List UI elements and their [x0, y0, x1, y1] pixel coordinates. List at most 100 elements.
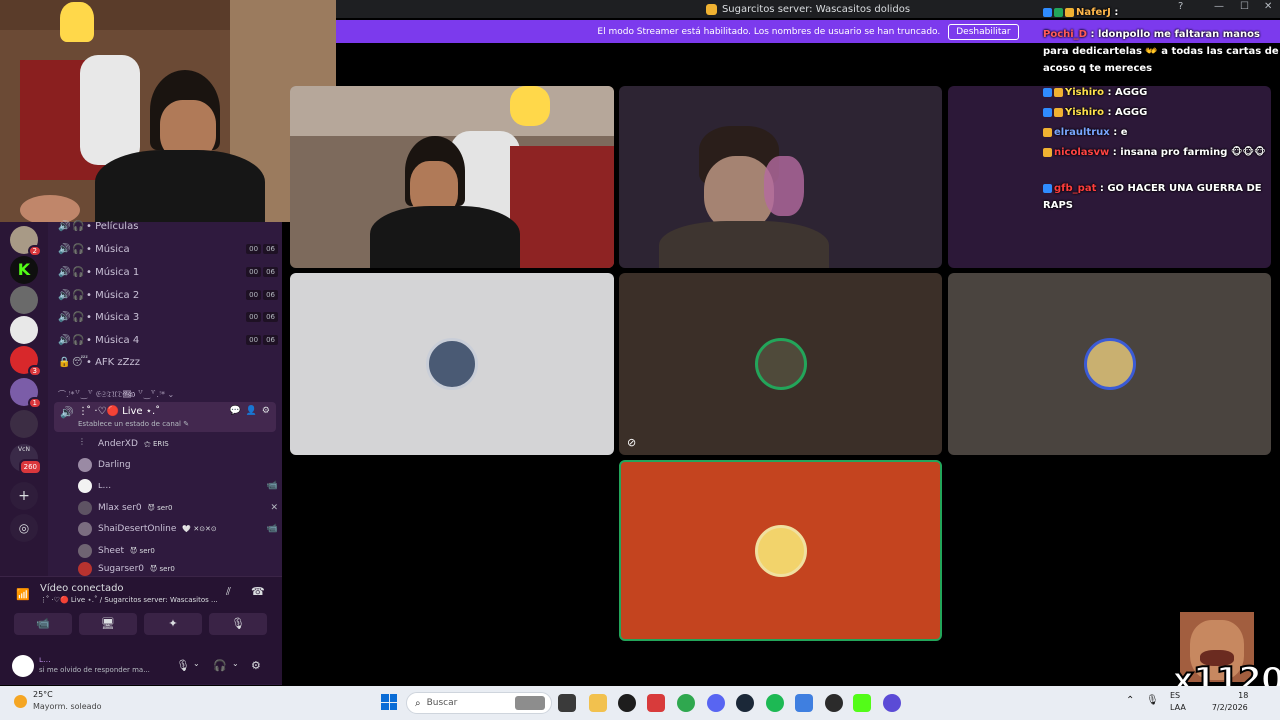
kick-icon[interactable]: [853, 694, 871, 712]
voice-tile-2[interactable]: ⊘: [619, 273, 942, 455]
chat-message: gfb_pat : GO HACER UNA GUERRA DE RAPS: [1043, 180, 1279, 214]
participant-avatar: [754, 524, 807, 577]
server-icon[interactable]: [10, 316, 38, 344]
microphone-icon[interactable]: 🎙: [176, 659, 190, 672]
noise-suppression-icon[interactable]: ⫽: [226, 585, 231, 599]
voice-member[interactable]: Sheet 😈 ser0: [78, 541, 278, 561]
server-icon[interactable]: 1: [10, 378, 42, 409]
voice-tile-4-speaking[interactable]: [619, 460, 942, 641]
voice-channel[interactable]: 🔊 🎧 • Música 2 00 06: [58, 285, 278, 305]
chat-badge-icon: [1054, 87, 1063, 97]
chevron-down-icon[interactable]: ⌄: [232, 659, 239, 668]
disconnect-icon[interactable]: ☎: [251, 585, 265, 598]
sun-icon: [14, 695, 27, 708]
participant-avatar-speaking: [754, 338, 807, 390]
voice-tile-1[interactable]: [290, 273, 614, 455]
clock[interactable]: ES 18 LAA 7/2/2026: [1170, 690, 1248, 714]
search-input[interactable]: ⌕ Buscar: [406, 692, 552, 714]
voice-channel[interactable]: 🔊 🎧 • Películas: [58, 216, 278, 236]
lang-indicator-sub: LAA: [1170, 703, 1186, 712]
voice-tile-3[interactable]: [948, 273, 1271, 455]
member-name: Sugarser0: [98, 564, 144, 574]
speaker-icon: 🔊: [58, 289, 71, 301]
screen-share-button[interactable]: 🖥: [79, 613, 137, 635]
user-count: 00: [246, 335, 262, 345]
kick-server-icon[interactable]: K: [10, 256, 38, 284]
chat-message: NaferJ :: [1043, 4, 1279, 21]
user-panel: ʟ... si me olvido de responder ma... 🎙 ⌄…: [0, 649, 282, 685]
avatar[interactable]: [12, 655, 34, 677]
chat-icon[interactable]: 💬: [229, 406, 240, 416]
discover-icon[interactable]: ◎: [10, 514, 38, 542]
voice-member[interactable]: ⋮ AnderXD ⚝ ERIS: [78, 434, 278, 454]
voice-member[interactable]: Darling: [78, 455, 278, 475]
speaker-icon: 🔊: [58, 243, 71, 255]
live-voice-channel[interactable]: 🔊 ⋮ ̊ ·♡🔴 Live ⋆.˚ Establece un estado d…: [54, 402, 276, 432]
member-name: AnderXD: [98, 439, 138, 449]
user-name: ʟ...: [39, 655, 51, 664]
lock-icon: 🔒: [58, 356, 71, 368]
app-icon[interactable]: [883, 694, 901, 712]
voice-member[interactable]: Sugarser0 😈 ser0: [78, 562, 278, 576]
invite-icon[interactable]: 👤: [246, 406, 257, 416]
server-icon[interactable]: 2: [10, 226, 42, 257]
headphones-icon[interactable]: 🎧: [213, 659, 227, 672]
server-icon[interactable]: 3: [10, 346, 42, 377]
voice-member[interactable]: ShaiDesertOnline 🤍 ✕⊙✕⊙ 📹: [78, 519, 278, 539]
activities-button[interactable]: ✦: [144, 613, 202, 635]
disable-streamer-mode-button[interactable]: Deshabilitar: [948, 23, 1019, 40]
afk-channel[interactable]: 🔒 😴 • AFK zZzz: [58, 352, 278, 372]
channel-category[interactable]: ⌒.ꜝ*꒷‿꒷ 𝔈𝔖𝔗𝔘𝔇𝔌𝔒 ꒷‿꒷.ꜝ* ⌄: [58, 388, 174, 400]
user-count: 00: [246, 244, 262, 254]
obs-icon[interactable]: [825, 694, 843, 712]
server-icon[interactable]: [10, 286, 38, 314]
voice-member[interactable]: ʟ... 📹: [78, 476, 278, 496]
channel-name: • Música 3: [86, 311, 140, 323]
add-server-icon[interactable]: +: [10, 482, 38, 510]
spotify-icon[interactable]: [766, 694, 784, 712]
chrome-icon[interactable]: [677, 694, 695, 712]
voice-channel[interactable]: 🔊 🎧 • Música 3 00 06: [58, 307, 278, 327]
gear-icon[interactable]: ⚙: [262, 406, 270, 416]
server-folder[interactable]: VcN 260: [10, 444, 42, 475]
voice-channel[interactable]: 🔊 🎧 • Música 00 06: [58, 239, 278, 259]
windows-start-icon[interactable]: [381, 694, 397, 710]
camera-button[interactable]: 📹: [14, 613, 72, 635]
user-count: 00: [246, 312, 262, 322]
task-view-icon[interactable]: [558, 694, 576, 712]
weather-desc: Mayorm. soleado: [33, 702, 102, 711]
headphones-icon: 🎧: [72, 220, 85, 232]
folder-label: VcN: [18, 446, 30, 453]
speaker-icon: 🔊: [58, 220, 71, 232]
chat-message: Yishiro : AGGG: [1043, 84, 1279, 101]
chevron-up-icon[interactable]: ⌃: [1126, 695, 1134, 706]
chat-message: elraultrux : e: [1043, 124, 1279, 141]
server-icon[interactable]: [10, 410, 38, 438]
discord-icon[interactable]: [707, 694, 725, 712]
chevron-down-icon[interactable]: ⌄: [193, 659, 200, 668]
voice-channel[interactable]: 🔊 🎧 • Música 1 00 06: [58, 262, 278, 282]
member-avatar: [78, 544, 92, 558]
voice-connection-panel: 📶 Vídeo conectado ⋮ ̊ ·♡🔴 Live ⋆.˚ / Sug…: [0, 576, 282, 684]
app-icon[interactable]: [618, 694, 636, 712]
gear-icon[interactable]: ⚙: [251, 659, 261, 672]
voice-member[interactable]: Mlax ser0 😈 ser0 ✕: [78, 498, 278, 518]
video-tile-streamer[interactable]: [290, 86, 614, 268]
lang-indicator: ES: [1170, 691, 1181, 700]
voice-status[interactable]: Vídeo conectado: [40, 583, 124, 594]
notepad-icon[interactable]: [795, 694, 813, 712]
file-explorer-icon[interactable]: [589, 694, 607, 712]
video-tile-participant[interactable]: [619, 86, 942, 268]
muted-icon: ⊘: [627, 436, 637, 449]
user-limit: 06: [263, 312, 278, 322]
screen: Sugarcitos server: Wascasitos dolidos ? …: [0, 0, 1280, 720]
chat-message: Yishiro : AGGG: [1043, 104, 1279, 121]
microphone-icon[interactable]: 🎙: [1146, 695, 1159, 706]
app-icon[interactable]: [647, 694, 665, 712]
chat-badge-icon: [1043, 7, 1052, 17]
voice-channel[interactable]: 🔊 🎧 • Música 4 00 06: [58, 330, 278, 350]
steam-icon[interactable]: [736, 694, 754, 712]
voice-channel-path[interactable]: ⋮ ̊ ·♡🔴 Live ⋆.˚ / Sugarcitos server: Wa…: [40, 596, 218, 604]
channel-status[interactable]: Establece un estado de canal ✎: [78, 420, 189, 428]
soundboard-button[interactable]: 🎙: [209, 613, 267, 635]
